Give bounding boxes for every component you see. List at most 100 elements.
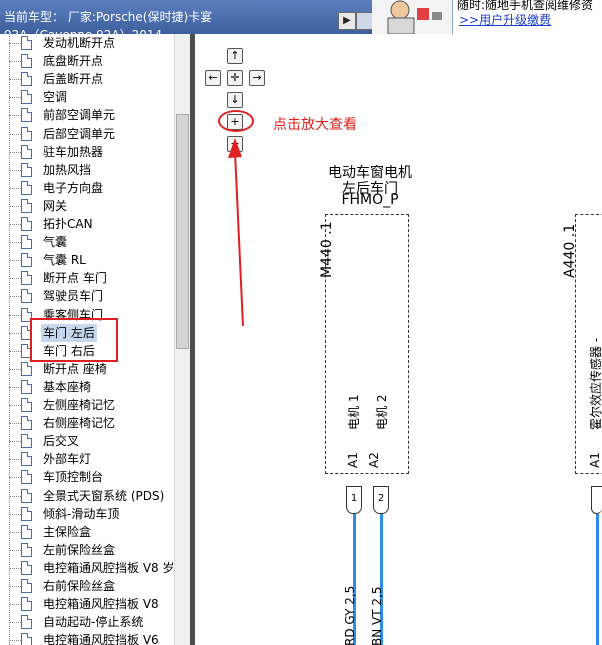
tree-item-label: 左前保险丝盒	[43, 542, 116, 557]
tree-connector-line	[9, 97, 21, 99]
tree-item-label: 自动起动-停止系统	[43, 615, 144, 630]
tree-item[interactable]: 左前保险丝盒	[0, 541, 174, 559]
tree-connector-line	[9, 224, 21, 225]
tree-item[interactable]: 电控箱通风腔挡板 V6	[0, 631, 174, 645]
pan-down-button[interactable]: ↓	[227, 92, 243, 108]
tree-connector-line	[9, 169, 21, 171]
tree-item[interactable]: 右侧座椅记忆	[0, 414, 174, 432]
tree-item-label: 气囊 RL	[43, 253, 86, 268]
tree-item-label: 右前保险丝盒	[43, 579, 116, 593]
tree-item-label: 后部空调单元	[43, 126, 116, 141]
tree-item[interactable]: 车顶控制台	[0, 468, 174, 486]
tree-connector-line	[9, 441, 21, 443]
tree-connector-line	[9, 278, 21, 280]
scrollbar-thumb[interactable]	[176, 114, 189, 349]
tree-item-label: 断开点 车门	[43, 271, 107, 286]
connector-pin-2[interactable]: 2	[373, 486, 389, 514]
tree-item-label: 后交叉	[43, 434, 80, 449]
tree-connector-line	[9, 296, 21, 298]
mascot-image	[372, 0, 452, 34]
tree-connector-line	[9, 549, 21, 551]
document-icon	[21, 72, 32, 87]
tree-item-label: 电控箱通风腔挡板 V8	[43, 597, 159, 612]
document-icon	[21, 524, 32, 539]
tree-item[interactable]: 基本座椅	[0, 378, 174, 396]
zoom-hint-text: 点击放大查看	[273, 117, 357, 133]
document-icon	[21, 506, 32, 521]
tree-item-label: 驻车加热器	[43, 144, 104, 159]
car-model-label-line2: 92A（Cayenne 92A）2014-	[4, 26, 166, 34]
document-icon	[21, 289, 32, 304]
document-icon	[21, 452, 32, 467]
document-icon	[21, 36, 32, 50]
tree-item[interactable]: 发动机断开点	[0, 34, 174, 52]
document-icon	[21, 198, 32, 213]
play-icon[interactable]: ▶	[338, 12, 356, 30]
tree-item[interactable]: 气囊	[0, 233, 174, 251]
tree-connector-line	[9, 242, 21, 244]
tree-scrollbar[interactable]	[174, 34, 190, 645]
sensor-wire[interactable]	[596, 514, 599, 645]
tree-item[interactable]: 电子方向盘	[0, 179, 174, 197]
sensor-label: 霍尔效应传感器 -	[589, 337, 602, 430]
tree-item[interactable]: 外部车灯	[0, 450, 174, 468]
tree-connector-line	[9, 495, 21, 497]
document-icon	[21, 597, 32, 612]
document-icon	[21, 615, 32, 630]
tree-connector-line	[9, 640, 21, 642]
tree-item-label: 左侧座椅记忆	[43, 398, 116, 412]
red-arrow-icon	[228, 138, 244, 327]
tree-connector-line	[9, 332, 21, 334]
tree-item[interactable]: 前部空调单元	[0, 106, 174, 124]
motor-1-label: 电机 1	[347, 394, 361, 430]
sensor-connector-pin[interactable]	[591, 486, 602, 514]
pan-up-button[interactable]: ↑	[227, 48, 243, 64]
tree-item[interactable]: 后部空调单元	[0, 125, 174, 143]
document-icon	[21, 488, 32, 503]
document-icon	[21, 180, 32, 195]
tree-item[interactable]: 电控箱通风腔挡板 V8	[0, 595, 174, 613]
tree-item[interactable]: 空调	[0, 88, 174, 106]
tree-item[interactable]: 气囊 RL	[0, 251, 174, 269]
tree-item[interactable]: 拓扑CAN	[0, 215, 174, 233]
pan-left-button[interactable]: ←	[205, 70, 221, 86]
upgrade-link[interactable]: >>用户升级缴费	[459, 11, 551, 28]
tree-item-label: 右侧座椅记忆	[43, 416, 116, 431]
tree-item[interactable]: 驻车加热器	[0, 143, 174, 161]
zoom-highlight-circle	[218, 110, 254, 132]
tree-item[interactable]: 倾斜-滑动车顶	[0, 505, 174, 523]
tree-item[interactable]: 后交叉	[0, 432, 174, 450]
tree-item[interactable]: 全景式天窗系统 (PDS)	[0, 487, 174, 505]
tree-item[interactable]: 驾驶员车门	[0, 287, 174, 305]
tree-connector-line	[9, 151, 21, 153]
pan-center-button[interactable]: ✛	[227, 70, 243, 86]
tree-connector-line	[9, 423, 21, 425]
tree-item[interactable]: 后盖断开点	[0, 70, 174, 88]
motor-component-box[interactable]	[325, 214, 409, 474]
tree-item[interactable]: 加热风挡	[0, 161, 174, 179]
tree-connector-line	[9, 133, 21, 135]
tree-connector-line	[9, 386, 21, 388]
tree-item[interactable]: 底盘断开点	[0, 52, 174, 70]
component-title-3: FHMO_P	[341, 192, 399, 208]
document-icon	[21, 235, 32, 250]
mechanic-icon	[387, 0, 442, 34]
tree-item[interactable]: 主保险盒	[0, 523, 174, 541]
tree-item[interactable]: 网关	[0, 197, 174, 215]
tree-item[interactable]: 断开点 座椅	[0, 360, 174, 378]
tree-item[interactable]: 自动起动-停止系统	[0, 613, 174, 631]
connector-pin-1[interactable]: 1	[346, 486, 362, 514]
document-icon	[21, 271, 32, 286]
tree-item-label: 主保险盒	[43, 524, 92, 539]
tree-item[interactable]: 左侧座椅记忆	[0, 396, 174, 414]
wiring-diagram: ↑ ← ✛ → ↓ + − 点击放大查看 电动车窗电机 左后车门 FHMO_P …	[195, 34, 602, 645]
tree-connector-line	[9, 43, 21, 44]
document-icon	[21, 162, 32, 177]
tree-connector-line	[9, 604, 21, 606]
document-icon	[21, 217, 32, 231]
tree-item[interactable]: 电控箱通风腔挡板 V8 岁	[0, 559, 174, 577]
tree-connector-line	[9, 205, 21, 207]
pan-right-button[interactable]: →	[249, 70, 265, 86]
tree-item[interactable]: 右前保险丝盒	[0, 577, 174, 595]
tree-item[interactable]: 断开点 车门	[0, 269, 174, 287]
